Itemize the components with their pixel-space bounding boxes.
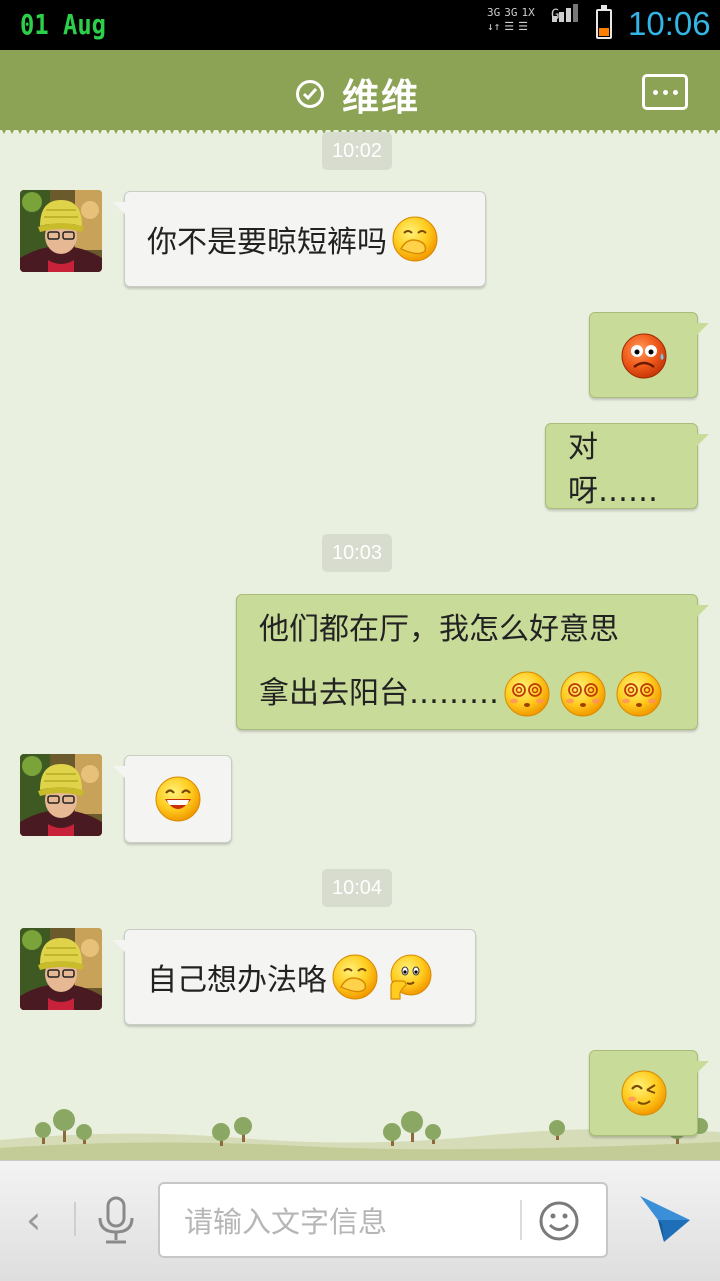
grin-emoji-icon <box>154 775 202 823</box>
chevron-left-icon[interactable]: ‹ <box>26 1198 41 1242</box>
wink-emoji-icon <box>620 1069 668 1117</box>
status-bar: 01 Aug 3G 3G 1X ↓↑ ☰ ☰ G 10:06 <box>0 0 720 50</box>
angry-sweat-emoji-icon <box>620 331 668 379</box>
input-placeholder: 请输入文字信息 <box>184 1205 388 1239</box>
check-circle-icon <box>296 80 324 108</box>
smiley-icon[interactable] <box>538 1200 580 1242</box>
contact-avatar[interactable] <box>20 190 102 272</box>
message-text-line: 他们都在厅，我怎么好意思 <box>259 612 619 647</box>
dizzy-emoji-icon <box>503 670 551 718</box>
contact-avatar[interactable] <box>20 928 102 1010</box>
message-text: 对呀…… <box>568 430 658 509</box>
divider <box>520 1200 522 1240</box>
chat-menu-icon[interactable] <box>642 74 688 110</box>
dizzy-emoji-icon <box>559 670 607 718</box>
dizzy-emoji-icon <box>615 670 663 718</box>
divider <box>74 1202 76 1236</box>
covering-mouth-emoji-icon <box>331 953 379 1001</box>
status-date: 01 Aug <box>20 8 106 41</box>
battery-icon <box>596 5 612 39</box>
message-bubble-incoming[interactable] <box>113 755 232 843</box>
message-text: 自己想办法咯 <box>147 963 327 998</box>
message-bubble-outgoing[interactable]: 对呀…… <box>545 423 709 509</box>
message-bubble-outgoing[interactable] <box>589 1050 709 1136</box>
network-icon: 3G 3G 1X ↓↑ ☰ ☰ <box>487 6 535 33</box>
timestamp: 10:03 <box>322 534 393 572</box>
message-text: 你不是要晾短裤吗 <box>147 225 387 260</box>
message-bubble-incoming[interactable]: 自己想办法咯 <box>113 929 476 1025</box>
paper-plane-icon[interactable] <box>638 1192 692 1246</box>
microphone-icon[interactable] <box>94 1196 138 1246</box>
message-bubble-outgoing[interactable]: 他们都在厅，我怎么好意思 拿出去阳台……… <box>236 594 709 730</box>
message-bubble-outgoing[interactable] <box>589 312 709 398</box>
contact-avatar[interactable] <box>20 754 102 836</box>
status-time: 10:06 <box>628 5 711 42</box>
timestamp: 10:02 <box>322 132 393 170</box>
contact-name: 维维 <box>342 76 420 119</box>
timestamp: 10:04 <box>322 869 393 907</box>
message-text-line: 拿出去阳台……… <box>259 676 499 711</box>
thinking-emoji-icon <box>385 953 433 1001</box>
message-bubble-incoming[interactable]: 你不是要晾短裤吗 <box>113 191 486 287</box>
header-title-group: 维维 <box>296 72 420 119</box>
covering-mouth-emoji-icon <box>391 215 439 263</box>
